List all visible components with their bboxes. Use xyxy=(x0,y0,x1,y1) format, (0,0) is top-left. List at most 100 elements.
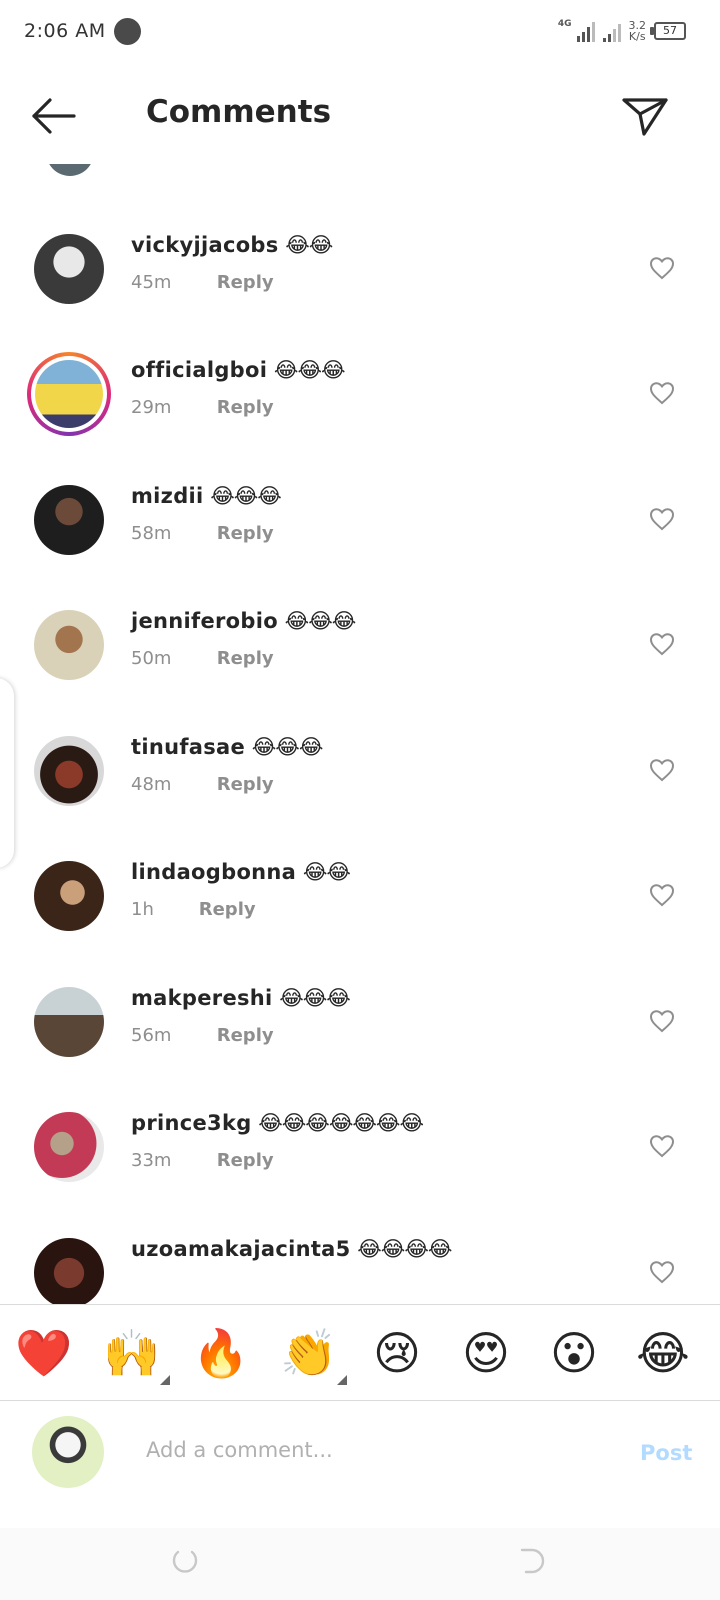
comment-time: 58m xyxy=(131,523,172,544)
reply-button[interactable]: Reply xyxy=(217,1025,274,1046)
heart-icon[interactable] xyxy=(649,381,675,405)
comment-text: tinufasae 😂😂😂 xyxy=(131,735,324,759)
network-speed: 3.2 K/s xyxy=(629,20,647,42)
comment-text: mizdii 😂😂😂 xyxy=(131,484,282,508)
skin-tone-indicator-icon xyxy=(160,1375,170,1385)
comment-username[interactable]: officialgboi xyxy=(131,358,267,382)
network-type: 4G xyxy=(557,19,572,29)
arrow-left-icon xyxy=(32,98,76,134)
emoji-glyph: 👏 xyxy=(280,1326,338,1380)
emoji-raising-hands-button[interactable]: 🙌 xyxy=(102,1323,170,1385)
avatar[interactable] xyxy=(34,736,104,806)
avatar[interactable] xyxy=(34,1112,104,1182)
emoji-quick-bar: ❤️ 🙌 🔥 👏 😢 😍 😮 😂 xyxy=(0,1304,720,1401)
comment-row: vickyjjacobs 😂😂 45m Reply xyxy=(0,233,720,344)
avatar[interactable] xyxy=(34,987,104,1057)
comment-text: prince3kg 😂😂😂😂😂😂😂 xyxy=(131,1111,424,1135)
send-icon xyxy=(622,98,668,136)
reply-button[interactable]: Reply xyxy=(217,523,274,544)
comment-username[interactable]: jenniferobio xyxy=(131,609,278,633)
comment-text: uzoamakajacinta5 😂😂😂😂 xyxy=(131,1237,452,1261)
comment-text: vickyjjacobs 😂😂 xyxy=(131,233,333,257)
comment-body: 😂😂😂 xyxy=(251,735,324,759)
emoji-tears-of-joy-button[interactable]: 😂 xyxy=(633,1323,693,1383)
back-button[interactable] xyxy=(28,94,80,138)
skin-tone-indicator-icon xyxy=(337,1375,347,1385)
reply-button[interactable]: Reply xyxy=(217,397,274,418)
post-button[interactable]: Post xyxy=(640,1441,692,1465)
emoji-crying-button[interactable]: 😢 xyxy=(367,1323,427,1383)
emoji-fire-button[interactable]: 🔥 xyxy=(191,1323,251,1383)
comment-text: makpereshi 😂😂😂 xyxy=(131,986,351,1010)
comment-username[interactable]: lindaogbonna xyxy=(131,860,296,884)
comment-username[interactable]: mizdii xyxy=(131,484,204,508)
heart-icon[interactable] xyxy=(649,883,675,907)
home-icon[interactable] xyxy=(170,1546,200,1576)
comment-meta: 48m Reply xyxy=(131,774,274,795)
edge-panel-handle[interactable] xyxy=(0,678,14,868)
emoji-heart-eyes-button[interactable]: 😍 xyxy=(456,1323,516,1383)
comment-username[interactable]: uzoamakajacinta5 xyxy=(131,1237,351,1261)
comment-username[interactable]: prince3kg xyxy=(131,1111,252,1135)
comment-body: 😂😂😂 xyxy=(284,609,357,633)
signal-strength-2-icon xyxy=(602,20,621,42)
comment-meta: 50m Reply xyxy=(131,648,274,669)
comment-composer: Post xyxy=(0,1400,720,1529)
avatar[interactable] xyxy=(34,1238,104,1304)
reply-button[interactable]: Reply xyxy=(199,899,256,920)
comment-username[interactable]: tinufasae xyxy=(131,735,245,759)
comment-time: 56m xyxy=(131,1025,172,1046)
comment-text: lindaogbonna 😂😂 xyxy=(131,860,351,884)
status-bar: 2:06 AM 4G 3.2 K/s 57 xyxy=(0,0,720,64)
comment-username[interactable]: makpereshi xyxy=(131,986,273,1010)
comment-meta: 29m Reply xyxy=(131,397,274,418)
avatar[interactable] xyxy=(34,861,104,931)
emoji-red-heart-button[interactable]: ❤️ xyxy=(14,1323,74,1383)
heart-icon[interactable] xyxy=(649,256,675,280)
comment-row: uzoamakajacinta5 😂😂😂😂 xyxy=(0,1237,720,1304)
avatar[interactable] xyxy=(34,610,104,680)
share-button[interactable] xyxy=(620,94,670,138)
status-indicators: 4G 3.2 K/s 57 xyxy=(558,16,686,46)
battery-icon: 57 xyxy=(650,22,686,40)
comment-username[interactable]: vickyjjacobs xyxy=(131,233,279,257)
comment-row: lindaogbonna 😂😂 1h Reply xyxy=(0,860,720,971)
heart-icon[interactable] xyxy=(649,1260,675,1284)
comment-meta: 1h Reply xyxy=(131,899,256,920)
comment-list[interactable]: vickyjjacobs 😂😂 45m Reply officialgboi 😂… xyxy=(0,164,720,1304)
status-time: 2:06 AM xyxy=(24,20,106,42)
comment-meta: 56m Reply xyxy=(131,1025,274,1046)
comment-text: officialgboi 😂😂😂 xyxy=(131,358,346,382)
avatar[interactable] xyxy=(34,485,104,555)
comment-body: 😂😂😂 xyxy=(273,358,346,382)
comment-time: 29m xyxy=(131,397,172,418)
emoji-open-mouth-button[interactable]: 😮 xyxy=(544,1323,604,1383)
reply-button[interactable]: Reply xyxy=(217,1150,274,1171)
reply-button[interactable]: Reply xyxy=(217,272,274,293)
notification-dot-icon xyxy=(114,18,141,45)
comments-header: Comments xyxy=(0,64,720,164)
heart-icon[interactable] xyxy=(649,507,675,531)
reply-button[interactable]: Reply xyxy=(217,648,274,669)
own-avatar[interactable] xyxy=(32,1416,104,1488)
avatar[interactable] xyxy=(46,164,94,176)
comment-time: 48m xyxy=(131,774,172,795)
heart-icon[interactable] xyxy=(649,1134,675,1158)
comment-input[interactable] xyxy=(144,1429,588,1471)
comment-row: tinufasae 😂😂😂 48m Reply xyxy=(0,735,720,846)
reply-button[interactable]: Reply xyxy=(217,774,274,795)
comment-time: 50m xyxy=(131,648,172,669)
emoji-clapping-button[interactable]: 👏 xyxy=(279,1323,347,1385)
avatar xyxy=(35,360,103,428)
system-nav-bar xyxy=(0,1528,720,1600)
comment-body: 😂😂 xyxy=(302,860,351,884)
speed-unit: K/s xyxy=(628,30,646,43)
back-nav-icon[interactable] xyxy=(518,1546,548,1576)
avatar-story-ring[interactable] xyxy=(27,352,111,436)
comment-meta: 58m Reply xyxy=(131,523,274,544)
heart-icon[interactable] xyxy=(649,758,675,782)
heart-icon[interactable] xyxy=(649,1009,675,1033)
comment-body: 😂😂😂 xyxy=(279,986,351,1010)
heart-icon[interactable] xyxy=(649,632,675,656)
avatar[interactable] xyxy=(34,234,104,304)
